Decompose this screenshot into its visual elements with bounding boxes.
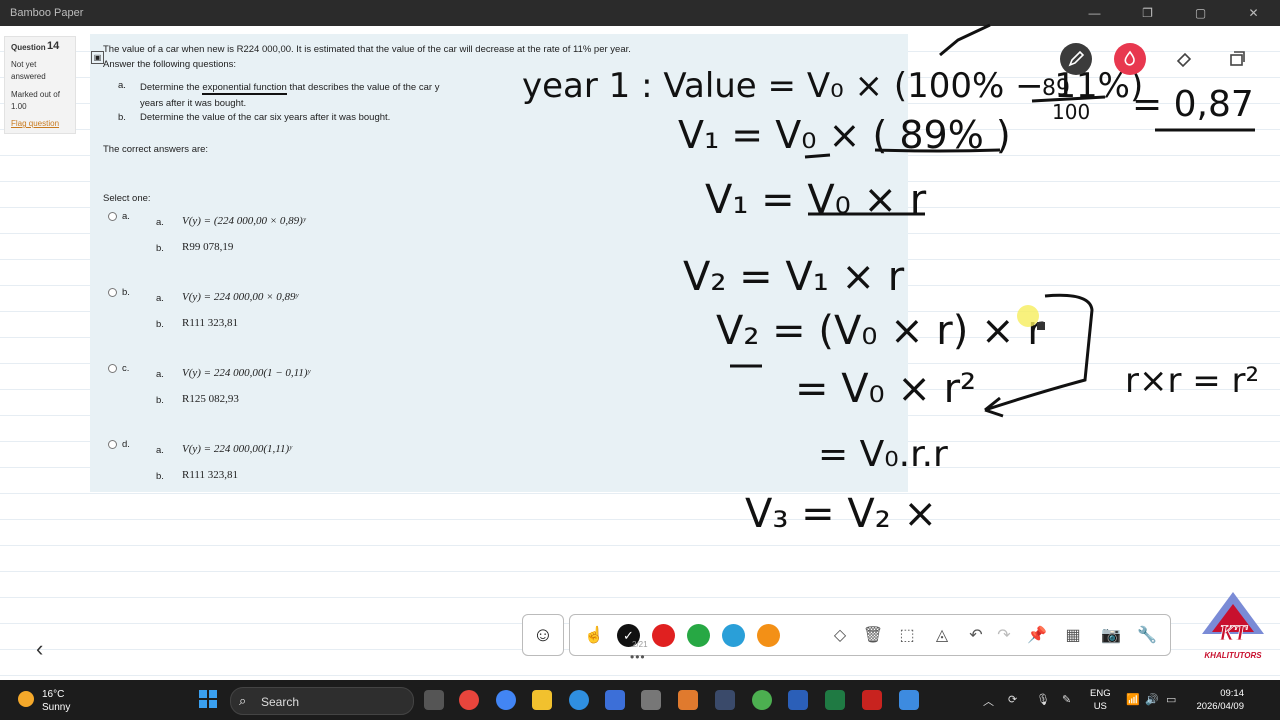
color-swatch-orange[interactable] [757, 624, 780, 647]
top-arrow-stroke [939, 23, 991, 57]
battery-icon[interactable]: ▭ [1166, 693, 1176, 706]
pen-icon[interactable] [1060, 43, 1092, 75]
selection-icon[interactable] [1221, 43, 1253, 75]
camera-icon[interactable]: 📷 [1099, 623, 1123, 647]
chrome-profile-icon[interactable] [496, 690, 516, 710]
handwriting-layer: year 1 : Value = V₀ × (100% − 11%) V₁ = … [522, 23, 1259, 537]
search-icon: ⌕ [239, 693, 247, 708]
acrobat-icon[interactable] [862, 690, 882, 710]
tray-chevron-icon[interactable]: ︿ [983, 693, 994, 709]
eraser-icon[interactable] [1168, 43, 1200, 75]
windows-start-icon[interactable] [199, 690, 217, 708]
word-icon[interactable] [788, 690, 808, 710]
khalitutors-logo: KT KHALITUTORS [1202, 592, 1264, 660]
hand-pointer-icon[interactable]: ☝ [582, 623, 606, 647]
excel-icon[interactable] [825, 690, 845, 710]
wifi-icon[interactable]: 📶 [1126, 693, 1140, 706]
svg-text:KHALITUTORS: KHALITUTORS [1204, 651, 1262, 660]
color-swatch-green[interactable] [687, 624, 710, 647]
wrench-icon[interactable]: 🔧 [1135, 623, 1159, 647]
undo-icon[interactable]: ↶ [964, 623, 988, 647]
windows-taskbar: 16°C Sunny ⌕ Search ︿ ⟳ 🎙 ✎ ENG US 📶 🔊 ▭ 0… [0, 680, 1280, 720]
pointer-highlight [1017, 305, 1039, 327]
calendar-icon[interactable]: ▦ [1061, 623, 1085, 647]
color-swatch-red[interactable] [652, 624, 675, 647]
app-icon[interactable] [641, 690, 661, 710]
ink-color-icon[interactable] [1114, 43, 1146, 75]
volume-icon[interactable]: 🔊 [1145, 693, 1159, 706]
file-explorer-icon[interactable] [532, 690, 552, 710]
drawing-toolbar: ☝ ✓ ◇ 🗑 ⬚ ◬ ↶ ↷ 📌 ▦ 📷 🔧 [569, 614, 1171, 656]
davinci-icon[interactable] [715, 690, 735, 710]
redo-icon[interactable]: ↷ [992, 623, 1016, 647]
hw-fraction-numerator: 89 [1042, 76, 1070, 101]
shapes-icon[interactable]: ◬ [930, 623, 954, 647]
hw-fraction-result: = 0,87 [1132, 84, 1254, 125]
sun-icon [18, 691, 34, 707]
sync-icon[interactable]: ⟳ [1008, 693, 1017, 706]
lasso-select-icon[interactable]: ⬚ [895, 623, 919, 647]
language-indicator[interactable]: ENG US [1090, 687, 1111, 713]
edge-icon[interactable] [569, 690, 589, 710]
chrome-alt-icon[interactable] [752, 690, 772, 710]
hw-line-8: V₃ = V₂ × [745, 491, 937, 537]
microphone-icon[interactable]: 🎙 [1036, 693, 1050, 706]
page-indicator: 2/21 [632, 640, 648, 649]
v0-underline [804, 153, 831, 159]
more-dots[interactable]: ••• [630, 650, 646, 664]
hw-line-7: = V₀.r.r [818, 434, 948, 475]
hw-line-3: V₁ = V₀ × r [705, 177, 927, 223]
percent-underline [874, 148, 1001, 153]
hw-fraction-denominator: 100 [1052, 100, 1090, 124]
temperature: 16°C [42, 689, 65, 700]
taskbar-search[interactable]: ⌕ Search [230, 687, 414, 715]
eraser-tool-icon[interactable]: ◇ [828, 623, 852, 647]
weather-condition: Sunny [42, 702, 71, 713]
app-store-icon[interactable] [605, 690, 625, 710]
color-swatch-blue[interactable] [722, 624, 745, 647]
search-label: Search [261, 695, 300, 709]
pen-tray-icon[interactable]: ✎ [1062, 693, 1071, 706]
svg-text:KT: KT [1218, 620, 1249, 645]
clock[interactable]: 09:14 2026/04/09 [1188, 687, 1244, 713]
cursor-icon [1037, 322, 1045, 330]
back-chevron-icon[interactable]: ‹ [36, 636, 43, 662]
task-view-icon[interactable] [424, 690, 444, 710]
chrome-icon[interactable] [459, 690, 479, 710]
hw-line-4: V₂ = V₁ × r [683, 254, 905, 300]
photos-icon[interactable] [678, 690, 698, 710]
hw-line-6: = V₀ × r² [795, 366, 976, 412]
pin-icon[interactable]: 📌 [1025, 623, 1049, 647]
emoji-icon[interactable]: ☺ [522, 614, 564, 656]
hw-line-5: V₂ = (V₀ × r) × r [716, 308, 1044, 354]
trash-icon[interactable]: 🗑 [861, 623, 885, 647]
hw-side-note: r×r = r² [1125, 361, 1259, 401]
bamboo-paper-icon[interactable] [899, 690, 919, 710]
